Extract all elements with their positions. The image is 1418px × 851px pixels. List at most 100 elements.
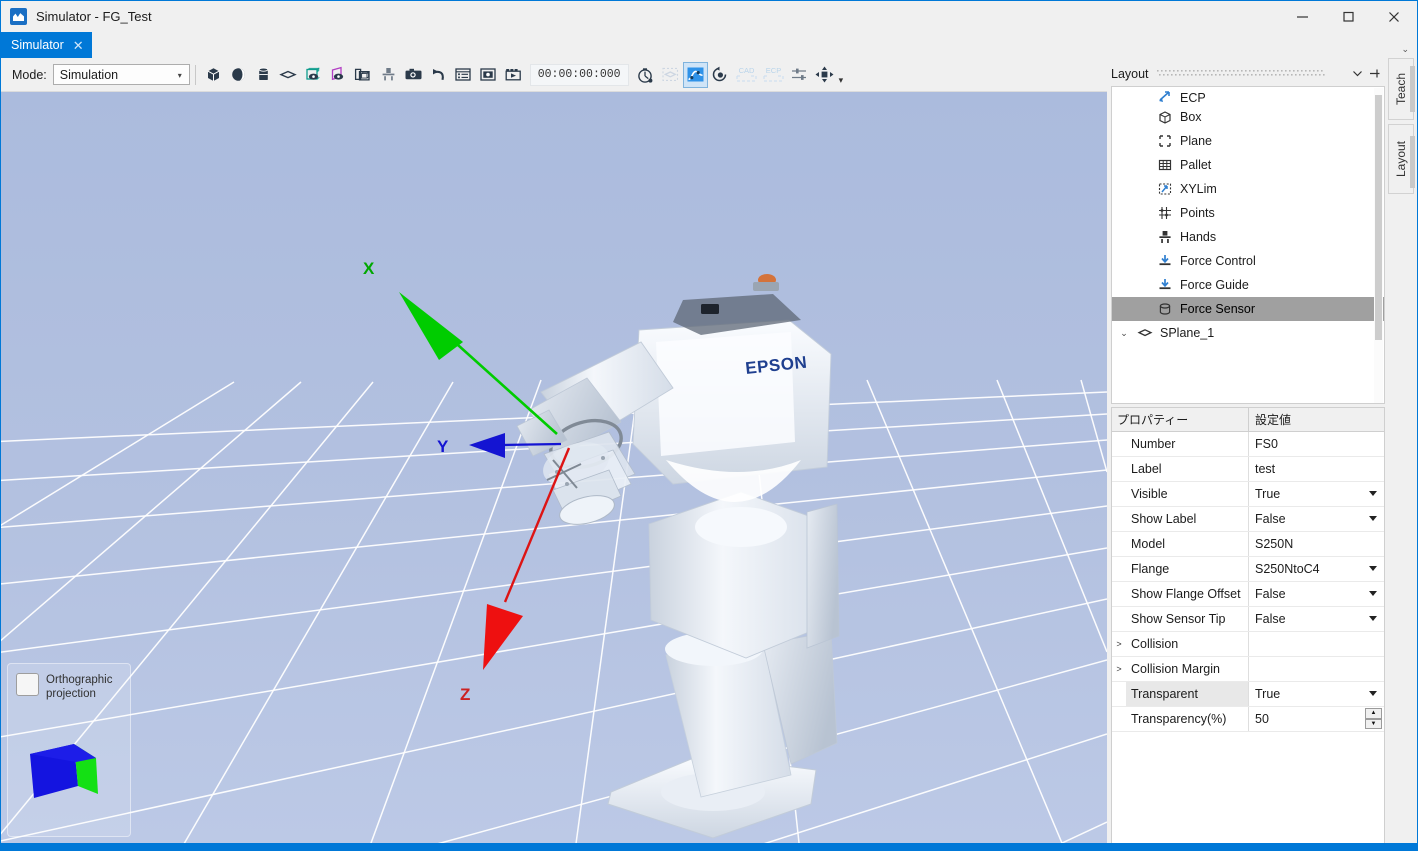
tree-item-ecp[interactable]: ECP xyxy=(1112,87,1384,105)
list-panel-icon[interactable] xyxy=(451,62,476,88)
layout-panel-header: Layout xyxy=(1111,63,1383,84)
snapshot-icon[interactable] xyxy=(476,62,501,88)
property-row[interactable]: FlangeS250NtoC4 xyxy=(1112,557,1384,582)
orthographic-projection-checkbox[interactable] xyxy=(16,673,39,696)
minimize-button[interactable] xyxy=(1279,1,1325,32)
rotate-view-icon[interactable] xyxy=(708,62,733,88)
property-row[interactable]: NumberFS0 xyxy=(1112,432,1384,457)
show-box-eye-icon[interactable] xyxy=(301,62,326,88)
toolbar-overflow-button[interactable]: ▾ xyxy=(839,75,844,91)
orthographic-projection-panel: Orthographic projection xyxy=(7,663,131,837)
plane-diamond-icon[interactable] xyxy=(276,62,301,88)
property-row[interactable]: Labeltest xyxy=(1112,457,1384,482)
property-value-text: S250NtoC4 xyxy=(1255,562,1320,576)
tree-item-force-guide[interactable]: Force Guide xyxy=(1112,273,1384,297)
box-icon xyxy=(1156,108,1174,126)
property-row[interactable]: ModelS250N xyxy=(1112,532,1384,557)
property-row[interactable]: Show Sensor TipFalse xyxy=(1112,607,1384,632)
tree-item-xylim[interactable]: XYLim xyxy=(1112,177,1384,201)
chevron-down-icon[interactable] xyxy=(1369,516,1377,521)
quantity-stepper[interactable]: ▲▼ xyxy=(1365,708,1382,729)
property-value[interactable]: True xyxy=(1249,482,1384,506)
layout-tree[interactable]: ECPBoxPlane Pallet XYLim PointsHandsForce C… xyxy=(1111,86,1385,404)
property-row[interactable]: TransparentTrue xyxy=(1112,682,1384,707)
show-plane-eye-icon[interactable] xyxy=(326,62,351,88)
force-sensor-icon xyxy=(1156,300,1174,318)
tree-indent xyxy=(1118,86,1130,105)
ecp-frame-icon: ECP xyxy=(760,62,787,88)
property-value[interactable]: FS0 xyxy=(1249,432,1384,456)
tree-item-label: Pallet xyxy=(1180,158,1211,172)
property-row[interactable]: >Collision Margin xyxy=(1112,657,1384,682)
maximize-button[interactable] xyxy=(1325,1,1371,32)
property-value[interactable]: 50▲▼ xyxy=(1249,707,1384,731)
solid-box-icon[interactable] xyxy=(201,62,226,88)
property-row[interactable]: VisibleTrue xyxy=(1112,482,1384,507)
orthographic-projection-label: Orthographic projection xyxy=(46,673,120,701)
property-value[interactable]: False xyxy=(1249,607,1384,631)
close-button[interactable] xyxy=(1371,1,1417,32)
sliders-icon[interactable] xyxy=(787,62,812,88)
expander-chevron-down-icon[interactable]: ⌄ xyxy=(1118,321,1130,345)
tree-item-box[interactable]: Box xyxy=(1112,105,1384,129)
toolbar-divider xyxy=(195,65,196,85)
mode-select[interactable]: Simulation ▾ xyxy=(53,64,190,85)
axis-label-x: X xyxy=(363,259,375,278)
pin-icon[interactable] xyxy=(1366,64,1383,83)
property-grid[interactable]: プロパティー 設定値 NumberFS0LabeltestVisibleTrue… xyxy=(1111,407,1385,851)
chevron-down-icon[interactable] xyxy=(1369,491,1377,496)
dock-vertical-tabs: Teach Layout xyxy=(1387,58,1417,851)
property-value[interactable] xyxy=(1249,657,1384,681)
property-value[interactable]: test xyxy=(1249,457,1384,481)
cycle-timer-value: 00:00:00:000 xyxy=(538,68,621,81)
chevron-down-icon[interactable] xyxy=(1369,591,1377,596)
panel-menu-chevron-down-icon[interactable] xyxy=(1349,64,1366,83)
shaded-sphere-icon[interactable] xyxy=(226,62,251,88)
wireframe-group-icon[interactable] xyxy=(351,62,376,88)
navigation-cube[interactable] xyxy=(24,732,106,808)
tree-scrollbar-thumb[interactable] xyxy=(1375,95,1382,340)
property-name: Visible xyxy=(1126,482,1249,506)
property-value[interactable]: S250N xyxy=(1249,532,1384,556)
tree-scrollbar[interactable] xyxy=(1374,88,1383,404)
3d-viewport[interactable]: EPSON xyxy=(1,92,1107,843)
undo-arrow-icon[interactable] xyxy=(426,62,451,88)
property-row[interactable]: Transparency(%)50▲▼ xyxy=(1112,707,1384,732)
tree-item-points[interactable]: Points xyxy=(1112,201,1384,225)
close-icon[interactable]: ✕ xyxy=(73,39,84,52)
hand-tool-icon[interactable] xyxy=(376,62,401,88)
stepper-down-icon[interactable]: ▼ xyxy=(1365,719,1382,730)
stepper-up-icon[interactable]: ▲ xyxy=(1365,708,1382,719)
camera-icon[interactable] xyxy=(401,62,426,88)
property-row[interactable]: >Collision xyxy=(1112,632,1384,657)
panel-drag-grip[interactable] xyxy=(1157,69,1349,78)
tree-item-force-sensor[interactable]: Force Sensor xyxy=(1112,297,1384,321)
property-row[interactable]: Show LabelFalse xyxy=(1112,507,1384,532)
chevron-down-icon[interactable] xyxy=(1369,566,1377,571)
tree-item-force-control[interactable]: Force Control xyxy=(1112,249,1384,273)
expander-chevron-right-icon[interactable]: > xyxy=(1112,632,1126,656)
chevron-down-icon[interactable] xyxy=(1369,616,1377,621)
pan-move-icon[interactable] xyxy=(812,62,837,88)
property-value[interactable]: True xyxy=(1249,682,1384,706)
stopwatch-icon[interactable] xyxy=(633,62,658,88)
property-value[interactable]: S250NtoC4 xyxy=(1249,557,1384,581)
tree-item-hands[interactable]: Hands xyxy=(1112,225,1384,249)
tree-item-label: XYLim xyxy=(1180,182,1217,196)
video-clapper-icon[interactable] xyxy=(501,62,526,88)
property-value[interactable] xyxy=(1249,632,1384,656)
property-row[interactable]: Show Flange OffsetFalse xyxy=(1112,582,1384,607)
tree-item-pallet[interactable]: Pallet xyxy=(1112,153,1384,177)
property-value[interactable]: False xyxy=(1249,507,1384,531)
chevron-down-icon[interactable] xyxy=(1369,691,1377,696)
cad-frame-icon: CAD xyxy=(733,62,760,88)
property-value[interactable]: False xyxy=(1249,582,1384,606)
motion-path-icon[interactable] xyxy=(683,62,708,88)
tree-item-plane[interactable]: Plane xyxy=(1112,129,1384,153)
expander-chevron-right-icon[interactable]: > xyxy=(1112,657,1126,681)
tab-simulator[interactable]: Simulator ✕ xyxy=(1,32,92,58)
tree-item-splane-1[interactable]: ⌄SPlane_1 xyxy=(1112,321,1384,345)
chevron-down-icon[interactable]: ⌄ xyxy=(1401,44,1409,55)
cylinder-icon[interactable] xyxy=(251,62,276,88)
tree-item-label: Force Sensor xyxy=(1180,302,1255,316)
